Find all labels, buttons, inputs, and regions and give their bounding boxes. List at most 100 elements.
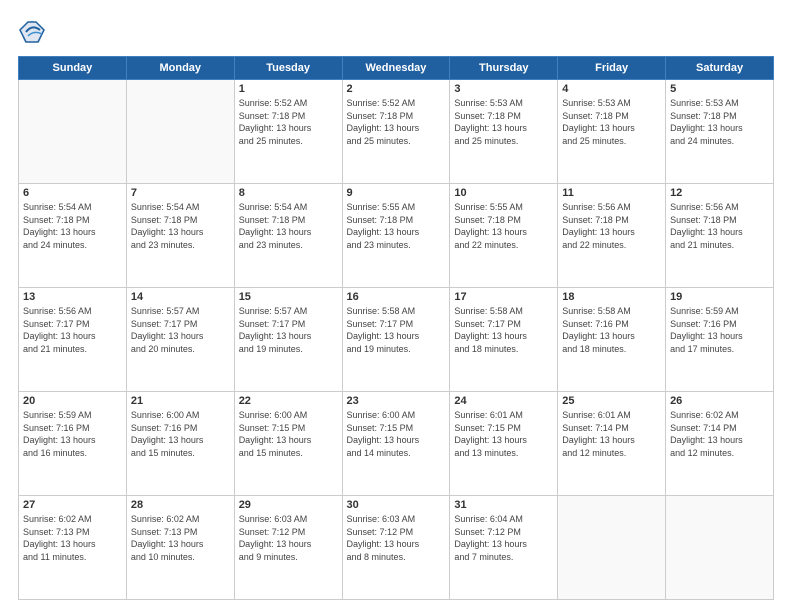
day-number: 17 (454, 291, 553, 303)
day-info: Sunrise: 5:53 AMSunset: 7:18 PMDaylight:… (454, 97, 553, 147)
calendar-cell: 2 Sunrise: 5:52 AMSunset: 7:18 PMDaylight… (342, 80, 450, 184)
calendar-cell: 1Sunrise: 5:52 AMSunset: 7:18 PMDaylight… (234, 80, 342, 184)
day-number: 28 (131, 499, 230, 511)
day-number: 26 (670, 395, 769, 407)
day-info: Sunrise: 6:03 AMSunset: 7:12 PMDaylight:… (239, 513, 338, 563)
calendar-cell: 11 Sunrise: 5:56 AMSunset: 7:18 PMDayligh… (558, 184, 666, 288)
calendar-cell: 30 Sunrise: 6:03 AMSunset: 7:12 PMDayligh… (342, 496, 450, 600)
day-number: 25 (562, 395, 661, 407)
day-info: Sunrise: 5:56 AMSunset: 7:18 PMDaylight:… (562, 201, 661, 251)
logo (18, 18, 52, 46)
header (18, 18, 774, 46)
day-info: Sunrise: 5:57 AMSunset: 7:17 PMDaylight:… (239, 305, 338, 355)
day-info: Sunrise: 6:03 AMSunset: 7:12 PMDaylight:… (347, 513, 446, 563)
day-number: 24 (454, 395, 553, 407)
day-info: Sunrise: 5:58 AMSunset: 7:17 PMDaylight:… (454, 305, 553, 355)
weekday-header-saturday: Saturday (666, 57, 774, 80)
day-number: 11 (562, 187, 661, 199)
calendar-cell: 15 Sunrise: 5:57 AMSunset: 7:17 PMDayligh… (234, 288, 342, 392)
day-info: Sunrise: 6:00 AMSunset: 7:15 PMDaylight:… (347, 409, 446, 459)
day-number: 12 (670, 187, 769, 199)
calendar-cell: 4Sunrise: 5:53 AMSunset: 7:18 PMDaylight… (558, 80, 666, 184)
calendar-cell: 25 Sunrise: 6:01 AMSunset: 7:14 PMDayligh… (558, 392, 666, 496)
weekday-header-monday: Monday (126, 57, 234, 80)
day-info: Sunrise: 5:58 AMSunset: 7:16 PMDaylight:… (562, 305, 661, 355)
day-info: Sunrise: 6:00 AMSunset: 7:16 PMDaylight:… (131, 409, 230, 459)
day-info: Sunrise: 5:54 AMSunset: 7:18 PMDaylight:… (131, 201, 230, 251)
day-info: Sunrise: 5:58 AMSunset: 7:17 PMDaylight:… (347, 305, 446, 355)
weekday-header-tuesday: Tuesday (234, 57, 342, 80)
day-number: 20 (23, 395, 122, 407)
logo-icon (18, 18, 46, 46)
day-info: Sunrise: 5:57 AMSunset: 7:17 PMDaylight:… (131, 305, 230, 355)
day-info: Sunrise: 5:54 AMSunset: 7:18 PMDaylight:… (239, 201, 338, 251)
day-number: 29 (239, 499, 338, 511)
day-info: Sunrise: 5:59 AMSunset: 7:16 PMDaylight:… (670, 305, 769, 355)
day-info: Sunrise: 5:52 AMSunset: 7:18 PMDaylight:… (347, 97, 446, 147)
week-row-2: 6 Sunrise: 5:54 AMSunset: 7:18 PMDaylight… (19, 184, 774, 288)
calendar-cell: 19 Sunrise: 5:59 AMSunset: 7:16 PMDayligh… (666, 288, 774, 392)
calendar-cell: 12 Sunrise: 5:56 AMSunset: 7:18 PMDayligh… (666, 184, 774, 288)
day-number: 13 (23, 291, 122, 303)
calendar-cell (19, 80, 127, 184)
calendar-table: SundayMondayTuesdayWednesdayThursdayFrid… (18, 56, 774, 600)
day-number: 19 (670, 291, 769, 303)
calendar-cell: 28 Sunrise: 6:02 AMSunset: 7:13 PMDayligh… (126, 496, 234, 600)
calendar-cell: 31 Sunrise: 6:04 AMSunset: 7:12 PMDayligh… (450, 496, 558, 600)
calendar-cell: 21 Sunrise: 6:00 AMSunset: 7:16 PMDayligh… (126, 392, 234, 496)
week-row-5: 27 Sunrise: 6:02 AMSunset: 7:13 PMDayligh… (19, 496, 774, 600)
calendar-cell: 18Sunrise: 5:58 AMSunset: 7:16 PMDayligh… (558, 288, 666, 392)
day-number: 22 (239, 395, 338, 407)
weekday-header-wednesday: Wednesday (342, 57, 450, 80)
day-number: 21 (131, 395, 230, 407)
day-info: Sunrise: 6:00 AMSunset: 7:15 PMDaylight:… (239, 409, 338, 459)
calendar-cell: 17 Sunrise: 5:58 AMSunset: 7:17 PMDayligh… (450, 288, 558, 392)
day-info: Sunrise: 5:54 AMSunset: 7:18 PMDaylight:… (23, 201, 122, 251)
day-number: 15 (239, 291, 338, 303)
day-info: Sunrise: 5:52 AMSunset: 7:18 PMDaylight:… (239, 97, 338, 147)
week-row-3: 13 Sunrise: 5:56 AMSunset: 7:17 PMDayligh… (19, 288, 774, 392)
day-number: 7 (131, 187, 230, 199)
calendar-cell: 14 Sunrise: 5:57 AMSunset: 7:17 PMDayligh… (126, 288, 234, 392)
calendar-cell: 20 Sunrise: 5:59 AMSunset: 7:16 PMDayligh… (19, 392, 127, 496)
weekday-header-row: SundayMondayTuesdayWednesdayThursdayFrid… (19, 57, 774, 80)
day-number: 10 (454, 187, 553, 199)
day-number: 31 (454, 499, 553, 511)
day-number: 23 (347, 395, 446, 407)
day-info: Sunrise: 6:04 AMSunset: 7:12 PMDaylight:… (454, 513, 553, 563)
weekday-header-friday: Friday (558, 57, 666, 80)
day-number: 27 (23, 499, 122, 511)
calendar-cell: 6 Sunrise: 5:54 AMSunset: 7:18 PMDaylight… (19, 184, 127, 288)
day-info: Sunrise: 6:01 AMSunset: 7:14 PMDaylight:… (562, 409, 661, 459)
week-row-4: 20 Sunrise: 5:59 AMSunset: 7:16 PMDayligh… (19, 392, 774, 496)
week-row-1: 1Sunrise: 5:52 AMSunset: 7:18 PMDaylight… (19, 80, 774, 184)
weekday-header-sunday: Sunday (19, 57, 127, 80)
day-number: 9 (347, 187, 446, 199)
calendar-cell (558, 496, 666, 600)
day-number: 3 (454, 83, 553, 95)
calendar-cell: 7 Sunrise: 5:54 AMSunset: 7:18 PMDaylight… (126, 184, 234, 288)
day-info: Sunrise: 6:02 AMSunset: 7:13 PMDaylight:… (131, 513, 230, 563)
day-number: 6 (23, 187, 122, 199)
calendar-cell: 27Sunrise: 6:02 AMSunset: 7:13 PMDayligh… (19, 496, 127, 600)
calendar-cell: 26 Sunrise: 6:02 AMSunset: 7:14 PMDayligh… (666, 392, 774, 496)
calendar-cell: 8Sunrise: 5:54 AMSunset: 7:18 PMDaylight… (234, 184, 342, 288)
day-number: 5 (670, 83, 769, 95)
day-number: 30 (347, 499, 446, 511)
calendar-cell: 23 Sunrise: 6:00 AMSunset: 7:15 PMDayligh… (342, 392, 450, 496)
day-info: Sunrise: 5:56 AMSunset: 7:17 PMDaylight:… (23, 305, 122, 355)
day-info: Sunrise: 5:55 AMSunset: 7:18 PMDaylight:… (454, 201, 553, 251)
day-info: Sunrise: 6:02 AMSunset: 7:14 PMDaylight:… (670, 409, 769, 459)
weekday-header-thursday: Thursday (450, 57, 558, 80)
day-info: Sunrise: 5:59 AMSunset: 7:16 PMDaylight:… (23, 409, 122, 459)
day-info: Sunrise: 5:53 AMSunset: 7:18 PMDaylight:… (562, 97, 661, 147)
day-info: Sunrise: 5:55 AMSunset: 7:18 PMDaylight:… (347, 201, 446, 251)
calendar-cell: 10 Sunrise: 5:55 AMSunset: 7:18 PMDayligh… (450, 184, 558, 288)
calendar-cell: 22 Sunrise: 6:00 AMSunset: 7:15 PMDayligh… (234, 392, 342, 496)
day-number: 14 (131, 291, 230, 303)
calendar-cell (666, 496, 774, 600)
calendar-cell: 24Sunrise: 6:01 AMSunset: 7:15 PMDayligh… (450, 392, 558, 496)
calendar-cell: 5Sunrise: 5:53 AMSunset: 7:18 PMDaylight… (666, 80, 774, 184)
day-number: 2 (347, 83, 446, 95)
day-info: Sunrise: 5:56 AMSunset: 7:18 PMDaylight:… (670, 201, 769, 251)
